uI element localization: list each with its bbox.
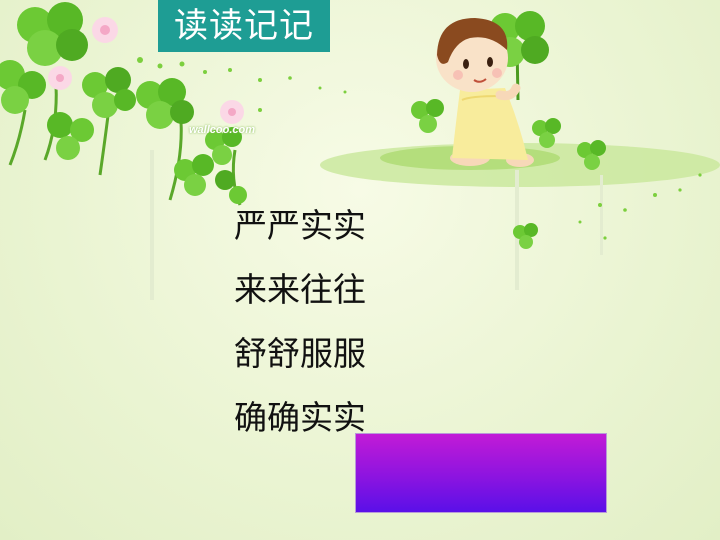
clover-icon (17, 2, 88, 66)
clover-icon (174, 154, 247, 204)
phrase-item: 来来往往 (234, 270, 366, 309)
clover-icon (47, 112, 94, 160)
slide: 读读记记 wallcoo.com 严严实实 来来往往 舒舒服服 确确实实 (0, 0, 720, 540)
clover-icon (0, 60, 46, 114)
flower-icon (92, 17, 118, 43)
phrase-item: 严严实实 (234, 206, 366, 245)
page-title: 读读记记 (174, 6, 314, 46)
flower-icon (220, 100, 244, 124)
clover-icon (136, 78, 194, 129)
phrase-item: 确确实实 (234, 398, 366, 437)
clover-icon (82, 67, 136, 118)
purple-action-box[interactable] (355, 433, 607, 513)
title-banner: 读读记记 (158, 0, 330, 52)
flower-icon (48, 66, 72, 90)
clover-icon (411, 99, 444, 133)
phrase-list: 严严实实 来来往往 舒舒服服 确确实实 (234, 200, 366, 456)
phrase-item: 舒舒服服 (234, 334, 366, 373)
watermark-text: wallcoo.com (189, 124, 256, 136)
